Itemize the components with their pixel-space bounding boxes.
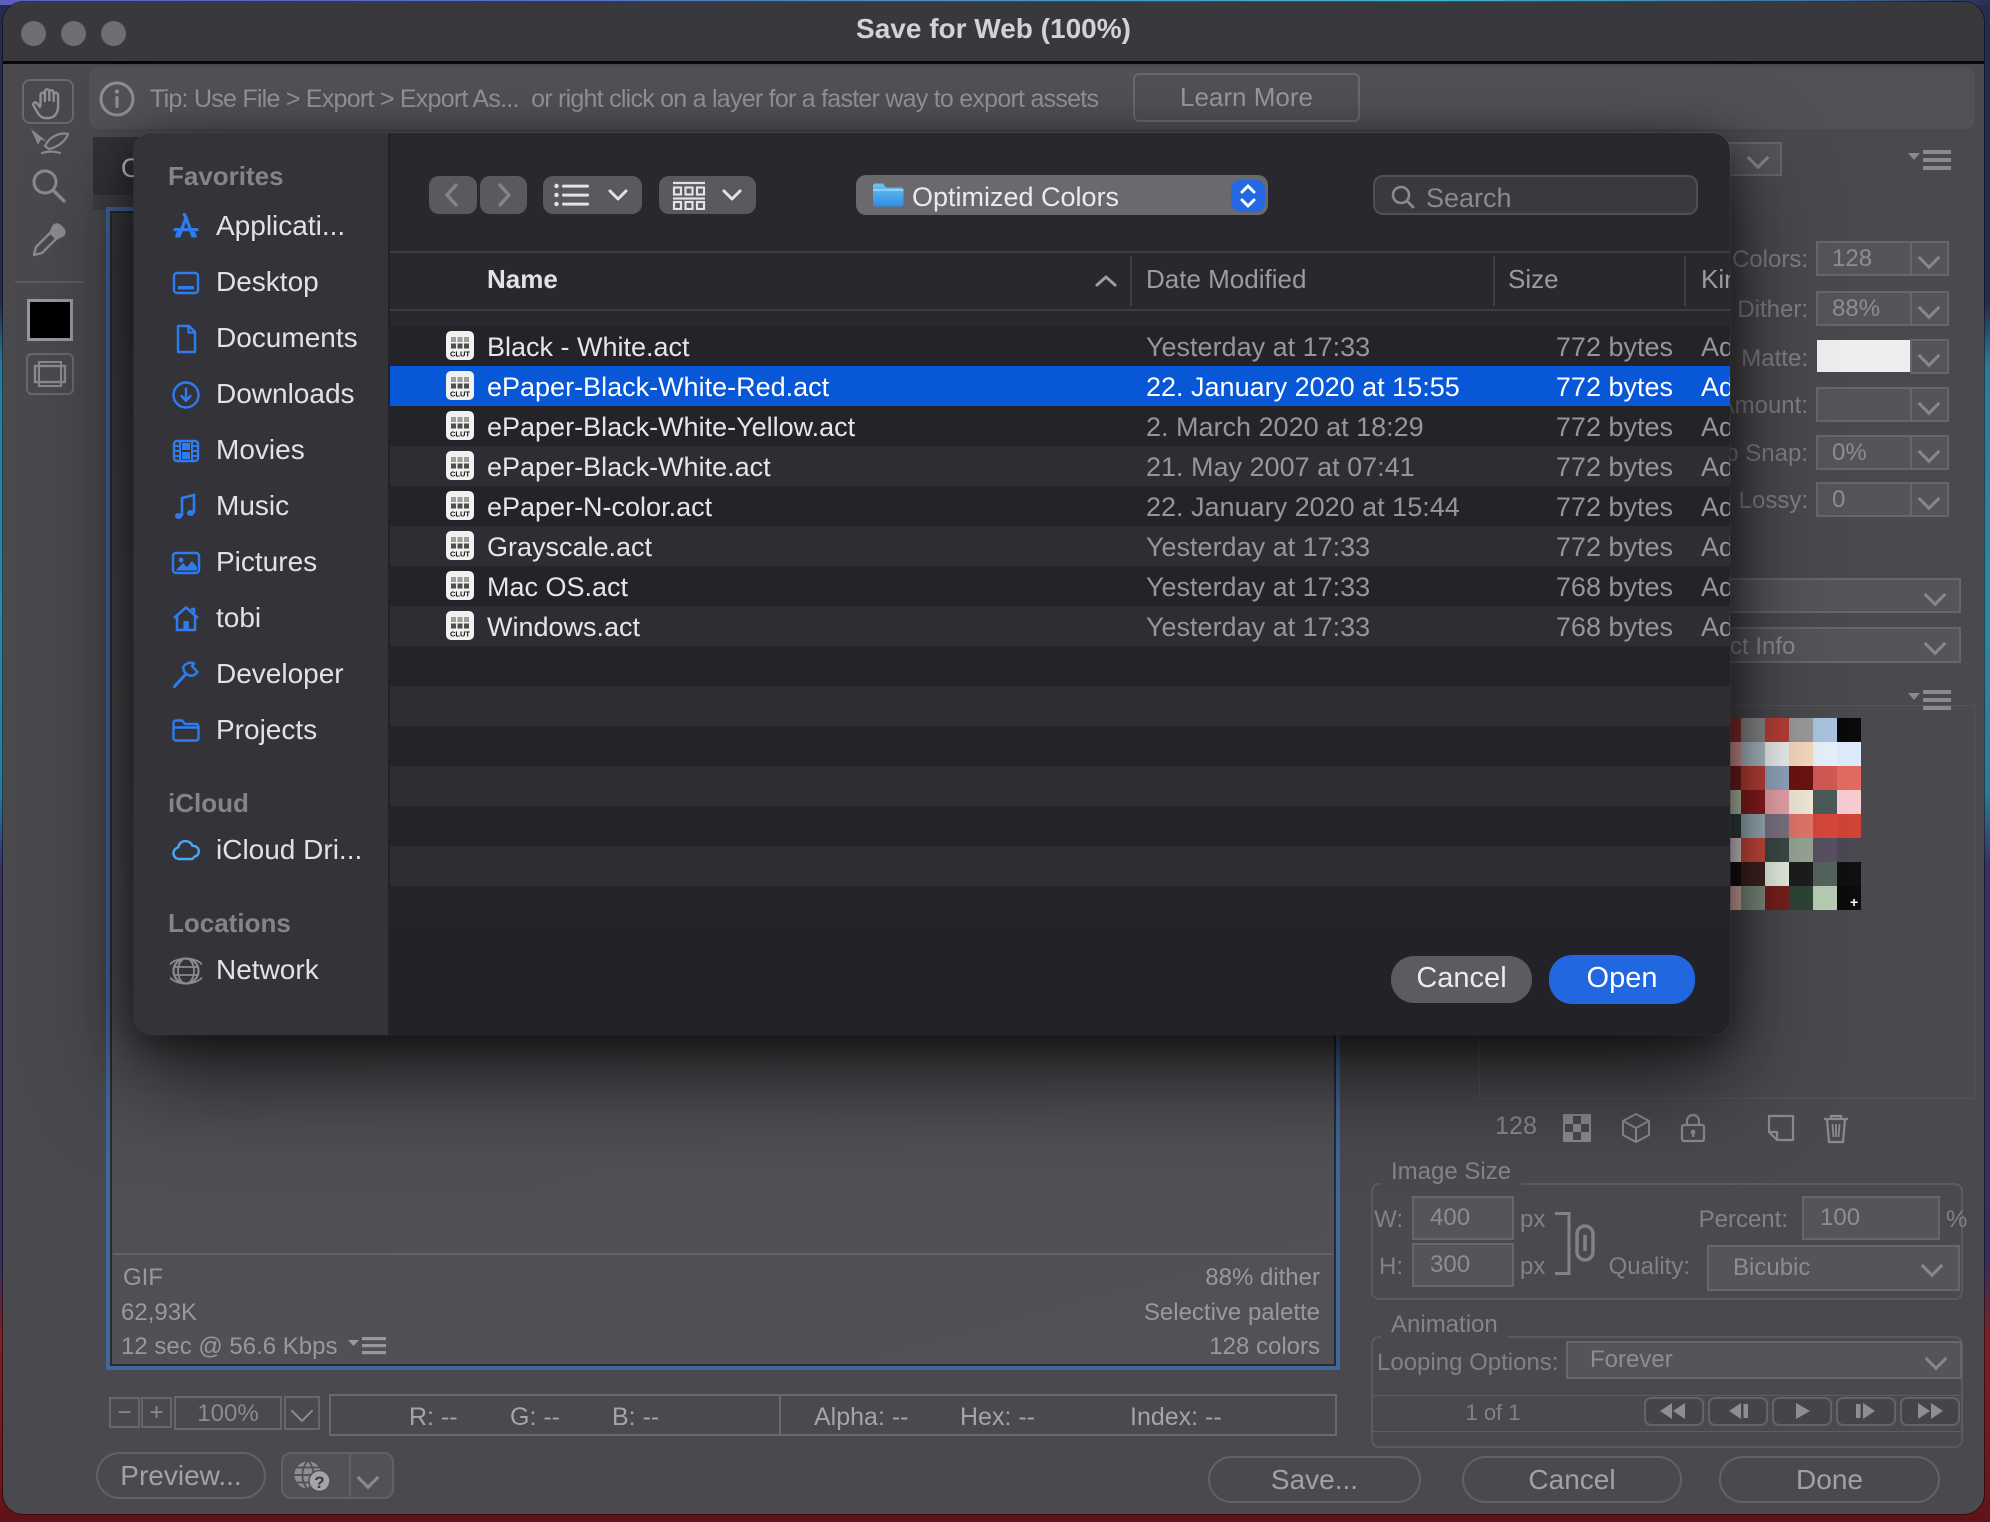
svg-text:CLUT: CLUT <box>450 510 470 519</box>
svg-text:CLUT: CLUT <box>450 470 470 479</box>
svg-text:CLUT: CLUT <box>450 590 470 599</box>
svg-text:CLUT: CLUT <box>450 630 470 639</box>
svg-text:CLUT: CLUT <box>450 390 470 399</box>
svg-text:CLUT: CLUT <box>450 550 470 559</box>
svg-text:CLUT: CLUT <box>450 430 470 439</box>
svg-text:?: ? <box>314 1473 324 1492</box>
svg-text:CLUT: CLUT <box>450 350 470 359</box>
